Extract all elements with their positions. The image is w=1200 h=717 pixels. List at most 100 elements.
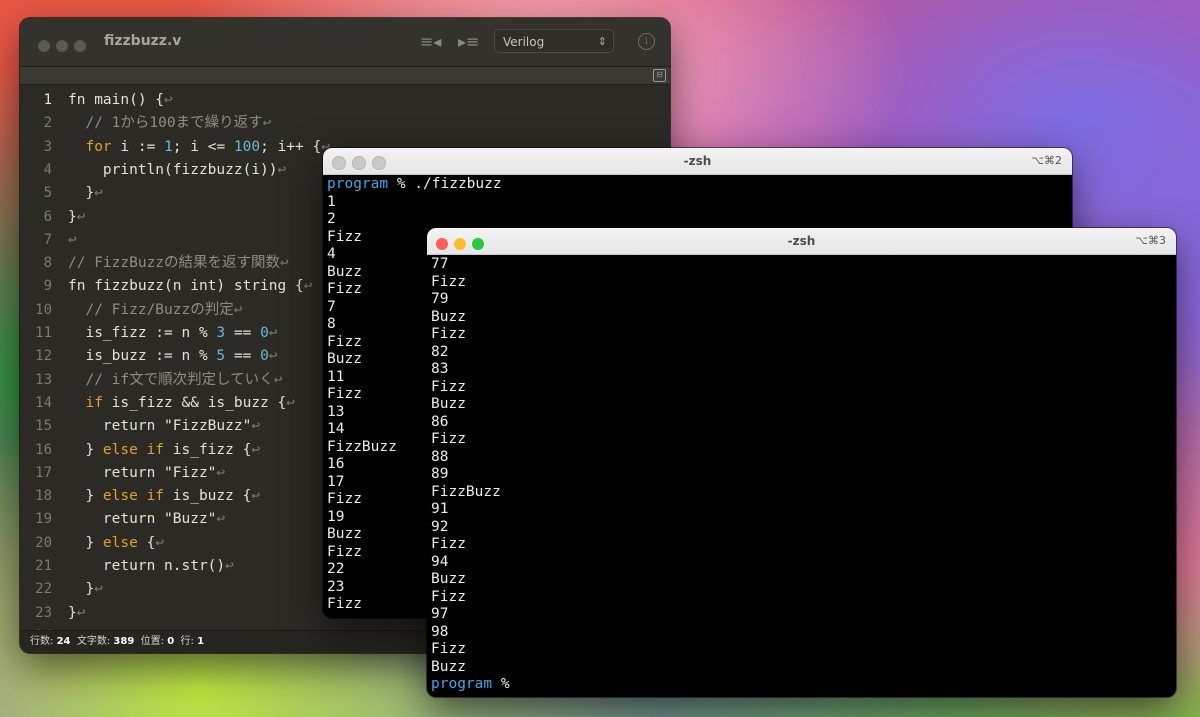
- output-line: 86: [431, 413, 449, 430]
- code-text: }↩: [68, 604, 86, 621]
- code-text: return "Buzz"↩: [68, 511, 226, 528]
- line-number: 5: [43, 185, 52, 202]
- terminal-1-shortcut: ⌥⌘2: [1031, 154, 1062, 167]
- prompt-line: program % ./fizzbuzz: [327, 176, 1068, 194]
- code-text: // 1から100まで繰り返す↩: [85, 115, 272, 132]
- line-number: 20: [35, 534, 52, 551]
- output-line: Fizz: [431, 641, 466, 657]
- line-number: 17: [35, 464, 52, 481]
- code-text: } else {↩: [68, 534, 165, 551]
- terminal-2-titlebar: -zsh ⌥⌘3: [427, 228, 1176, 255]
- code-text: return n.str()↩: [68, 558, 234, 574]
- output-line: Fizz: [431, 273, 466, 290]
- code-text: } else if is_buzz {↩: [68, 488, 261, 505]
- line-number: 16: [35, 441, 52, 458]
- prompt-name: program: [431, 676, 493, 692]
- output-line: 79: [431, 291, 449, 307]
- terminal-1-titlebar: -zsh ⌥⌘2: [323, 148, 1072, 175]
- output-line: 91: [431, 501, 449, 517]
- code-text: return "Fizz"↩: [68, 464, 226, 481]
- terminal-1-title: -zsh: [683, 154, 712, 168]
- status-lines-label: 行数:: [30, 636, 54, 647]
- code-text: }↩: [68, 185, 103, 202]
- status-pos-value: 0: [167, 636, 175, 647]
- line-number: 11: [35, 325, 52, 341]
- status-lines-value: 24: [56, 636, 71, 647]
- info-icon[interactable]: i: [638, 33, 655, 50]
- line-number: 22: [35, 581, 52, 598]
- code-text: is_fizz := n % 3 == 0↩: [68, 325, 278, 341]
- code-text: for i := 1; i <= 100; i++ {↩: [85, 138, 330, 155]
- output-line: FizzBuzz: [431, 483, 501, 500]
- output-line: Fizz: [431, 588, 466, 605]
- output-line: Buzz: [431, 571, 466, 587]
- list-format-icon[interactable]: ≡◂: [420, 32, 441, 51]
- output-line: 94: [431, 553, 449, 570]
- code-line: 1 fn main() {↩: [20, 89, 670, 112]
- code-text: println(fizzbuzz(i))↩: [68, 161, 287, 178]
- line-number: 9: [43, 278, 52, 295]
- status-pos-label: 位置:: [140, 636, 165, 647]
- output-line: 83: [431, 361, 449, 377]
- line-number: 23: [35, 604, 52, 621]
- code-text: // FizzBuzzの結果を返す関数↩: [68, 255, 289, 272]
- code-text: }↩: [68, 581, 103, 598]
- code-text: }↩: [68, 208, 86, 225]
- line-number: 18: [35, 488, 52, 505]
- line-number: 6: [43, 208, 52, 225]
- code-line: 2 // 1から100まで繰り返す↩: [20, 112, 670, 135]
- code-text: return "FizzBuzz"↩: [68, 418, 261, 435]
- code-text: fn main() {↩: [68, 92, 173, 108]
- line-number: 10: [35, 301, 52, 318]
- code-text: } else if is_fizz {↩: [68, 441, 261, 458]
- status-chars-label: 文字数:: [76, 636, 111, 647]
- code-text: ↩: [68, 231, 77, 248]
- collapse-icon[interactable]: ⊟: [653, 69, 666, 82]
- chevron-updown-icon: ⇕: [597, 35, 607, 48]
- line-number: 2: [43, 115, 52, 132]
- line-number: 19: [35, 511, 52, 528]
- terminal-window-2[interactable]: -zsh ⌥⌘3 77 Fizz 79 Buzz Fizz 82 83 Fizz Buzz 86 F…: [427, 228, 1176, 697]
- output-line: Buzz: [431, 308, 466, 325]
- code-text: is_buzz := n % 5 == 0↩: [68, 348, 278, 365]
- terminal-2-title: -zsh: [787, 234, 816, 248]
- output-line: 97: [431, 606, 449, 622]
- line-number: 15: [35, 418, 52, 435]
- line-number: 4: [43, 161, 52, 178]
- output-line: Fizz: [431, 378, 466, 395]
- terminal-2-shortcut: ⌥⌘3: [1135, 234, 1166, 247]
- output-line: Buzz: [431, 396, 466, 412]
- status-row-label: 行:: [180, 636, 194, 647]
- line-number: 3: [43, 138, 52, 155]
- minimize-button[interactable]: [56, 40, 68, 52]
- code-text: if is_fizz && is_buzz {↩: [85, 394, 295, 411]
- language-select[interactable]: Verilog ⇕: [494, 29, 614, 53]
- output-line: Fizz: [431, 431, 466, 447]
- prompt-line: program %: [431, 676, 1172, 694]
- output-line: Fizz: [431, 326, 466, 342]
- status-row-value: 1: [197, 636, 205, 647]
- output-line: 1: [327, 193, 336, 210]
- indent-icon[interactable]: ▸≡: [458, 32, 479, 51]
- terminal-2-output[interactable]: 77 Fizz 79 Buzz Fizz 82 83 Fizz Buzz 86 Fizz 88 89 Fi…: [431, 256, 1172, 697]
- editor-title: fizzbuzz.v: [104, 33, 182, 49]
- output-line: 82: [431, 343, 449, 360]
- line-number: 12: [35, 348, 52, 365]
- output-line: Buzz: [431, 658, 466, 675]
- language-select-value: Verilog: [503, 35, 545, 49]
- line-number: 7: [43, 231, 52, 248]
- prompt-name: program: [327, 176, 389, 192]
- code-text: fn fizzbuzz(n int) string {↩: [68, 278, 313, 295]
- line-number: 21: [35, 558, 52, 574]
- output-line: 89: [431, 466, 449, 482]
- window-controls: [38, 37, 92, 56]
- status-chars-value: 389: [113, 636, 135, 647]
- output-line: 88: [431, 448, 449, 465]
- code-text: // Fizz/Buzzの判定↩: [85, 301, 243, 318]
- line-number: 8: [43, 255, 52, 272]
- line-number: 13: [35, 371, 52, 388]
- close-button[interactable]: [38, 40, 50, 52]
- output-line: 2: [327, 211, 336, 227]
- prompt-suffix: %: [492, 676, 510, 692]
- zoom-button[interactable]: [74, 40, 86, 52]
